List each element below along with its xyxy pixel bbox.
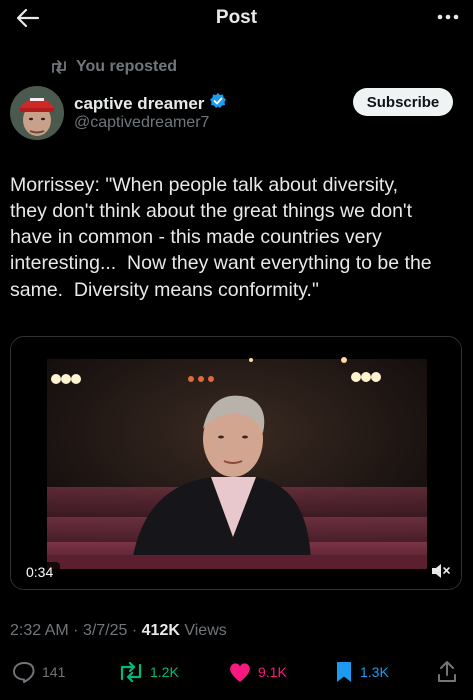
video-thumbnail: [11, 337, 461, 589]
share-icon: [438, 661, 456, 682]
meta-separator: ·: [131, 622, 142, 639]
repost-count: 1.2K: [150, 664, 179, 680]
like-count: 9.1K: [258, 664, 287, 680]
subscribe-button[interactable]: Subscribe: [353, 88, 453, 116]
reply-count: 141: [42, 664, 66, 680]
views-label: Views: [184, 622, 227, 639]
share-button[interactable]: [436, 658, 458, 686]
heart-icon: [230, 663, 250, 682]
like-button[interactable]: 9.1K: [228, 658, 287, 686]
video-player[interactable]: 0:34: [10, 336, 462, 590]
author-name-row[interactable]: captive dreamer: [74, 92, 227, 115]
post-meta: 2:32 AM · 3/7/25 · 412K Views: [10, 622, 227, 640]
meta-separator: ·: [73, 622, 83, 639]
bookmark-button[interactable]: 1.3K: [334, 658, 389, 686]
author-handle[interactable]: @captivedreamer7: [74, 114, 209, 132]
avatar[interactable]: [10, 86, 64, 140]
reply-icon: [13, 662, 35, 683]
repost-indicator: You reposted: [50, 58, 177, 76]
repost-button[interactable]: 1.2K: [118, 658, 179, 686]
bookmark-icon: [337, 662, 351, 682]
repost-icon: [52, 60, 66, 74]
post-time: 2:32 AM: [10, 622, 69, 639]
verified-badge-icon: [209, 92, 227, 115]
reply-button[interactable]: 141: [12, 658, 65, 686]
page-title: Post: [215, 7, 258, 28]
repost-text: You reposted: [76, 58, 178, 75]
more-options-icon[interactable]: [433, 4, 463, 30]
mute-icon[interactable]: [429, 560, 451, 582]
post-text: Morrissey: "When people talk about diver…: [10, 174, 432, 301]
bookmark-count: 1.3K: [360, 664, 389, 680]
action-bar: 141 1.2K 9.1K 1.3K: [0, 658, 473, 688]
top-bar: Post: [0, 0, 473, 40]
views-count: 412K: [141, 622, 180, 639]
repost-icon: [120, 662, 142, 682]
video-duration: 0:34: [19, 562, 61, 582]
display-name[interactable]: captive dreamer: [74, 94, 204, 114]
post-date: 3/7/25: [82, 622, 128, 639]
